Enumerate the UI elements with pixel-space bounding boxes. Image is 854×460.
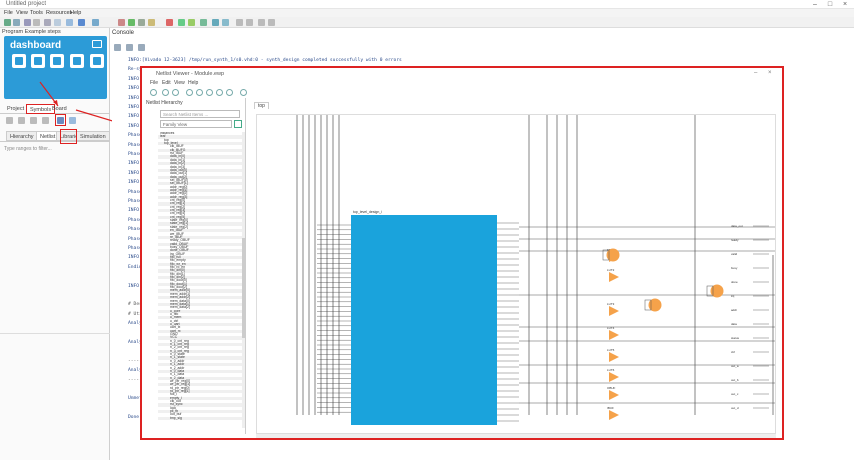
zoom-in-icon[interactable]: [186, 89, 193, 96]
gate-label: LUT3: [607, 302, 615, 306]
gate-label: IBUF: [607, 406, 614, 410]
schematic-hscrollbar[interactable]: [256, 434, 776, 438]
output-port-label: out_d: [731, 406, 739, 410]
output-port-label: data: [731, 322, 737, 326]
gate-label: OBUF: [607, 386, 616, 390]
zoom-fit-icon[interactable]: [206, 89, 213, 96]
buffer-gate: [609, 330, 619, 340]
viewer-title-bar: Netlist Viewer - Module.ewp – ×: [144, 70, 782, 79]
console-line-prefix: Done: [128, 415, 140, 421]
viewer-menu-bar: File Edit View Help: [144, 79, 782, 87]
gate-label: LUT4: [607, 326, 615, 330]
home-icon[interactable]: [150, 89, 157, 96]
schematic-tab[interactable]: top: [254, 102, 269, 109]
buffer-gate: [609, 390, 619, 400]
console-toolbar: [114, 42, 164, 51]
zoom-area-icon[interactable]: [216, 89, 223, 96]
output-port-label: addr: [731, 308, 737, 312]
buffer-gate: [609, 352, 619, 362]
output-port-label: out_b: [731, 378, 739, 382]
output-port-label: irq: [731, 294, 735, 298]
forward-icon[interactable]: [172, 89, 179, 96]
apply-filter-button[interactable]: [234, 120, 242, 128]
block-label: top_level_design_i: [353, 210, 382, 214]
netlist-scrollbar-thumb[interactable]: [242, 238, 245, 338]
netlist-view-select[interactable]: Family View: [160, 120, 232, 128]
viewer-close-icon[interactable]: ×: [768, 70, 772, 76]
console-line: INFO:[Vivado 12-3623] /tmp/run_synth_1/s…: [128, 58, 402, 63]
output-port-label: out_c: [731, 392, 739, 396]
buffer-gate: [609, 306, 619, 316]
netlist-tree-label: tmp_sig: [170, 415, 182, 420]
netlist-hierarchy-title: Netlist Hierarchy: [146, 100, 183, 106]
viewer-toolbar: [144, 88, 782, 98]
viewer-menu-view[interactable]: View: [174, 79, 185, 87]
console-line-prefix: Unme: [128, 396, 140, 402]
settings-icon[interactable]: [240, 89, 247, 96]
netlist-viewer-window: Netlist Viewer - Module.ewp – × File Edi…: [140, 66, 784, 440]
viewer-menu-file[interactable]: File: [150, 79, 158, 87]
zoom-out-icon[interactable]: [196, 89, 203, 96]
viewer-title: Netlist Viewer - Module.ewp: [156, 71, 225, 77]
viewer-menu-help[interactable]: Help: [188, 79, 198, 87]
buffer-gate: [609, 410, 619, 420]
console-line-prefix: INFO:: [128, 58, 142, 63]
output-port-label: done: [731, 280, 738, 284]
console-tab[interactable]: Console: [112, 30, 134, 36]
viewer-minimize-icon[interactable]: –: [754, 70, 757, 76]
top-level-block: [351, 215, 497, 425]
console-line: Done: [128, 415, 139, 420]
netlist-tree-item[interactable]: tmp_sig: [158, 415, 242, 420]
netlist-hierarchy-panel: Netlist Hierarchy Search Netlist Items .…: [144, 98, 246, 434]
output-port-label: out_a: [731, 364, 739, 368]
flip-flop: [606, 248, 620, 262]
output-port-label: status: [731, 336, 740, 340]
clear-icon[interactable]: [114, 44, 121, 51]
pan-icon[interactable]: [226, 89, 233, 96]
back-icon[interactable]: [162, 89, 169, 96]
output-port-label: ctrl: [731, 350, 735, 354]
output-port-label: busy: [731, 266, 738, 270]
console-line-text: [Vivado 12-3623] /tmp/run_synth_1/s0.vhd…: [141, 58, 402, 63]
flip-flop: [648, 298, 662, 312]
flip-flop: [710, 284, 724, 298]
gate-label: LUT2: [607, 268, 615, 272]
schematic-drawing: top_level_design_iFDRELUT2LUT3LUT4LUT5LU…: [296, 115, 775, 425]
netlist-tree: instances leaf top top_level clk_IBUF clk_BUF…: [158, 132, 242, 428]
netlist-search-input[interactable]: Search Netlist Items ...: [160, 110, 240, 118]
output-port-label: valid: [731, 252, 738, 256]
scroll-lock-icon[interactable]: [138, 44, 145, 51]
gate-label: LUT5: [607, 348, 615, 352]
output-port-label: ready: [731, 238, 739, 242]
schematic-canvas[interactable]: top_level_design_iFDRELUT2LUT3LUT4LUT5LU…: [256, 114, 776, 434]
copy-icon[interactable]: [126, 44, 133, 51]
viewer-menu-edit[interactable]: Edit: [162, 79, 171, 87]
gate-label: LUT6: [607, 368, 615, 372]
output-port-label: data_out: [731, 224, 743, 228]
buffer-gate: [609, 272, 619, 282]
buffer-gate: [609, 372, 619, 382]
